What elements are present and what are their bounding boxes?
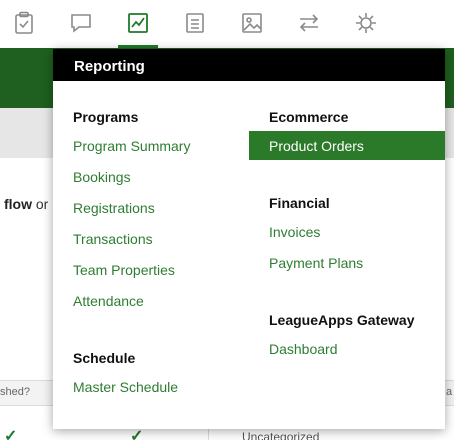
background-text: flow or <box>4 196 48 212</box>
menu-item-bookings[interactable]: Bookings <box>73 169 131 185</box>
messages-icon[interactable] <box>64 8 98 38</box>
transfer-arrows-icon[interactable] <box>292 8 326 38</box>
tasks-clipboard-icon[interactable] <box>7 8 41 38</box>
menu-item-transactions[interactable]: Transactions <box>73 231 153 247</box>
menu-item-payment-plans[interactable]: Payment Plans <box>269 255 363 271</box>
table-header-right: a <box>446 386 453 398</box>
menu-item-program-summary[interactable]: Program Summary <box>73 138 190 154</box>
check-icon: ✓ <box>4 428 18 440</box>
section-gateway-title: LeagueApps Gateway <box>269 312 415 328</box>
reporting-chart-icon[interactable] <box>118 8 158 48</box>
section-ecommerce-title: Ecommerce <box>269 109 349 125</box>
top-icon-bar <box>0 0 454 48</box>
section-programs-title: Programs <box>73 109 139 125</box>
app-stage: flow or shed? a ✓ ✓ Uncategorized Report… <box>0 0 454 440</box>
section-schedule-title: Schedule <box>73 350 136 366</box>
menu-item-team-properties[interactable]: Team Properties <box>73 262 175 278</box>
menu-item-dashboard[interactable]: Dashboard <box>269 341 338 357</box>
menu-header: Reporting <box>53 49 445 81</box>
menu-item-registrations[interactable]: Registrations <box>73 200 155 216</box>
background-text-rest: or <box>32 196 49 212</box>
image-icon[interactable] <box>235 8 269 38</box>
menu-item-product-orders[interactable]: Product Orders <box>249 131 445 160</box>
background-text-bold: flow <box>4 196 32 212</box>
menu-item-invoices[interactable]: Invoices <box>269 224 320 240</box>
menu-item-attendance[interactable]: Attendance <box>73 293 144 309</box>
reporting-menu: Reporting Programs Program Summary Booki… <box>53 49 445 429</box>
settings-gear-icon[interactable] <box>349 8 383 38</box>
menu-item-master-schedule[interactable]: Master Schedule <box>73 379 178 395</box>
document-icon[interactable] <box>178 8 212 38</box>
table-header-published: shed? <box>0 386 30 398</box>
category-cell: Uncategorized <box>242 430 320 440</box>
section-financial-title: Financial <box>269 195 330 211</box>
